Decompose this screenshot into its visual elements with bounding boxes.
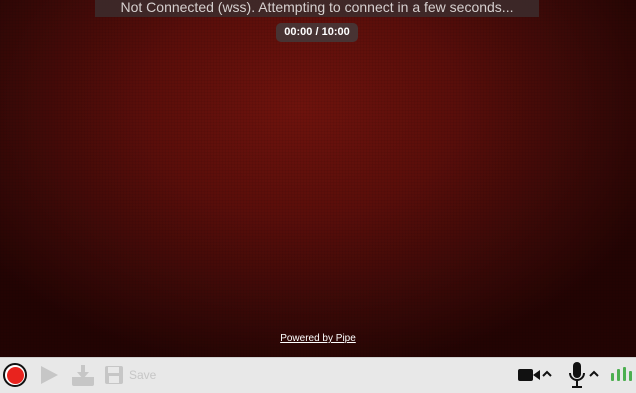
audio-level-icon [611, 367, 633, 381]
connection-status-banner: Not Connected (wss). Attempting to conne… [95, 0, 539, 17]
recording-timer: 00:00 / 10:00 [276, 23, 358, 42]
record-icon [6, 366, 24, 384]
video-recorder: Not Connected (wss). Attempting to conne… [0, 0, 636, 393]
record-button[interactable] [3, 363, 27, 387]
camera-icon[interactable] [518, 367, 540, 383]
download-icon[interactable] [70, 363, 96, 387]
control-bar: Save [0, 357, 636, 393]
microphone-icon[interactable] [568, 361, 586, 389]
microphone-options-chevron-up-icon[interactable] [588, 368, 600, 380]
powered-by-link[interactable]: Powered by Pipe [280, 333, 356, 344]
camera-options-chevron-up-icon[interactable] [541, 368, 553, 380]
save-label[interactable]: Save [129, 368, 156, 382]
video-preview [0, 0, 636, 357]
save-icon[interactable] [104, 365, 124, 385]
powered-by: Powered by Pipe [0, 333, 636, 344]
play-icon[interactable] [38, 364, 60, 386]
